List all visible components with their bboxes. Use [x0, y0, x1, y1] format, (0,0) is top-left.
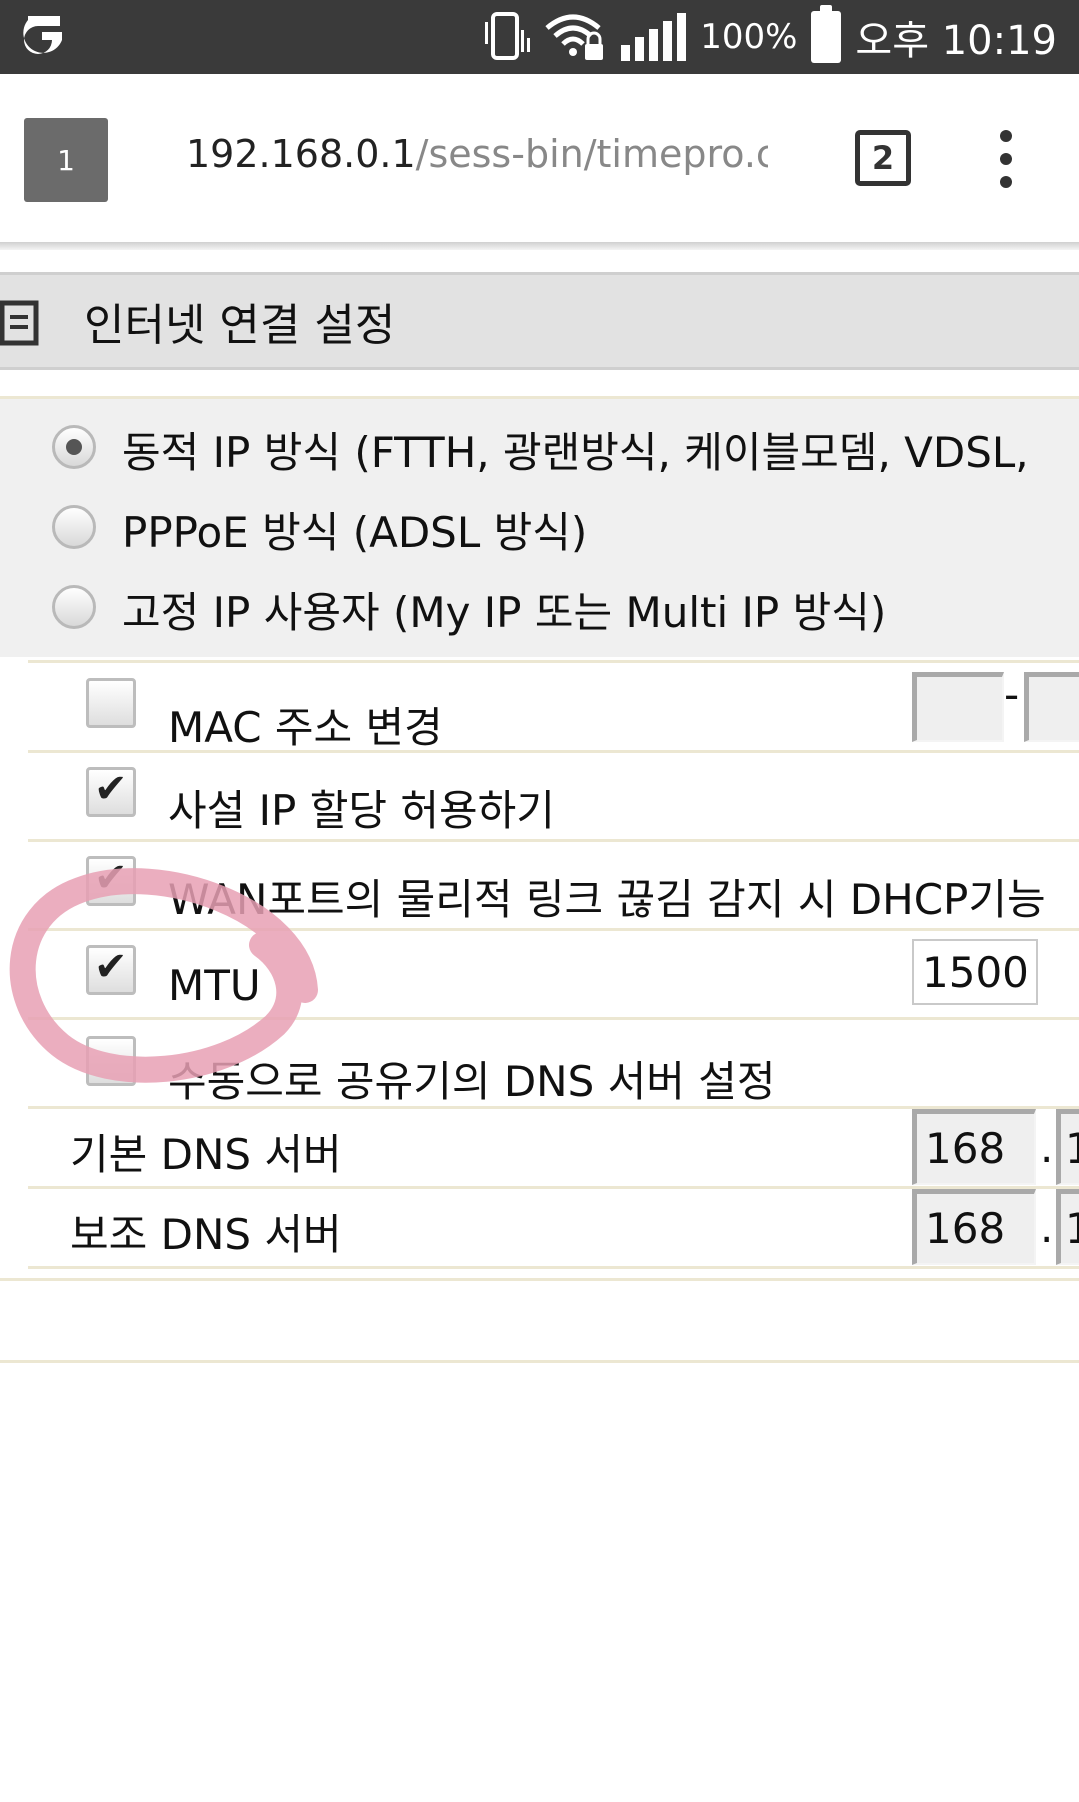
label-manual-dns: 수동으로 공유기의 DNS 서버 설정	[168, 1057, 776, 1106]
radio-label-dynamic-ip: 동적 IP 방식 (FTTH, 광랜방식, 케이블모뎀, VDSL,	[122, 428, 1029, 477]
option-row-mac: MAC 주소 변경 -	[28, 664, 1079, 753]
option-row-manual-dns: 수동으로 공유기의 DNS 서버 설정	[28, 1020, 1079, 1109]
radio-row-static-ip[interactable]: 고정 IP 사용자 (My IP 또는 Multi IP 방식)	[0, 571, 1079, 643]
status-icons: 100% 오후 10:19	[483, 0, 1057, 74]
battery-icon	[811, 5, 842, 63]
dns-dot: .	[1040, 1123, 1054, 1172]
toolbar-shadow	[0, 242, 1079, 250]
browser-toolbar: 1 192.168.0.1/sess-bin/timepro.cgi?t 2	[0, 74, 1079, 242]
divider	[0, 1278, 1079, 1281]
label-primary-dns: 기본 DNS 서버	[70, 1130, 342, 1179]
dns-dot: .	[1040, 1203, 1054, 1252]
radio-label-static-ip: 고정 IP 사용자 (My IP 또는 Multi IP 방식)	[122, 588, 887, 637]
url-host: 192.168.0.1	[186, 132, 416, 176]
label-mtu: MTU	[168, 961, 261, 1010]
label-secondary-dns: 보조 DNS 서버	[70, 1210, 342, 1259]
address-bar[interactable]: 192.168.0.1/sess-bin/timepro.cgi?t	[186, 132, 768, 176]
url-path: /sess-bin/timepro.cgi?t	[415, 132, 768, 176]
divider	[28, 660, 1079, 663]
clock: 오후 10:19	[855, 18, 1057, 64]
checkbox-manual-dns[interactable]	[86, 1036, 136, 1086]
option-row-wan-dhcp: WAN포트의 물리적 링크 끊김 감지 시 DHCP기능	[28, 842, 1079, 931]
battery-percent: 100%	[700, 17, 798, 57]
dns-row-primary: 기본 DNS 서버 168 . 1	[28, 1109, 1079, 1189]
checkbox-mtu[interactable]	[86, 944, 136, 995]
label-wan-dhcp: WAN포트의 물리적 링크 끊김 감지 시 DHCP기능	[168, 875, 1046, 924]
radio-label-pppoe: PPPoE 방식 (ADSL 방식)	[122, 508, 588, 557]
radio-row-dynamic-ip[interactable]: 동적 IP 방식 (FTTH, 광랜방식, 케이블모뎀, VDSL,	[0, 411, 1079, 483]
signal-icon	[621, 13, 687, 61]
section-icon	[0, 300, 39, 346]
checkbox-mac-change[interactable]	[86, 678, 136, 728]
radio-static-ip[interactable]	[52, 585, 96, 629]
overflow-menu-icon[interactable]	[996, 130, 1016, 188]
checkbox-private-ip[interactable]	[86, 766, 136, 817]
option-row-private-ip: 사설 IP 할당 허용하기	[28, 753, 1079, 842]
label-private-ip: 사설 IP 할당 허용하기	[168, 786, 555, 835]
dns-row-secondary: 보조 DNS 서버 168 . 1	[28, 1189, 1079, 1269]
section-title: 인터넷 연결 설정	[84, 300, 396, 351]
mac-octet-input-2[interactable]	[1024, 672, 1079, 742]
secondary-dns-octet-1[interactable]: 168	[912, 1189, 1036, 1265]
connection-type-group: 동적 IP 방식 (FTTH, 광랜방식, 케이블모뎀, VDSL, PPPoE…	[0, 396, 1079, 657]
mac-octet-input-1[interactable]	[912, 672, 1004, 742]
status-bar: 100% 오후 10:19	[0, 0, 1079, 74]
label-mac-change: MAC 주소 변경	[168, 703, 443, 752]
mac-separator: -	[1004, 670, 1020, 719]
mtu-input[interactable]: 1500	[912, 939, 1038, 1005]
divider	[0, 1360, 1079, 1363]
vibrate-icon	[485, 12, 531, 60]
option-row-mtu: MTU 1500	[28, 931, 1079, 1020]
section-header: 인터넷 연결 설정	[0, 272, 1079, 370]
secondary-dns-octet-2[interactable]: 1	[1056, 1189, 1079, 1265]
app-logo-icon	[23, 16, 62, 54]
tab-switcher-button[interactable]: 1	[24, 118, 108, 202]
radio-pppoe[interactable]	[52, 505, 96, 549]
tab-count-button[interactable]: 2	[855, 130, 911, 186]
primary-dns-octet-1[interactable]: 168	[912, 1109, 1036, 1185]
primary-dns-octet-2[interactable]: 1	[1056, 1109, 1079, 1185]
wifi-lock-icon	[545, 14, 604, 60]
checkbox-wan-dhcp[interactable]	[86, 855, 136, 906]
radio-dynamic-ip[interactable]	[52, 425, 96, 469]
radio-row-pppoe[interactable]: PPPoE 방식 (ADSL 방식)	[0, 491, 1079, 563]
